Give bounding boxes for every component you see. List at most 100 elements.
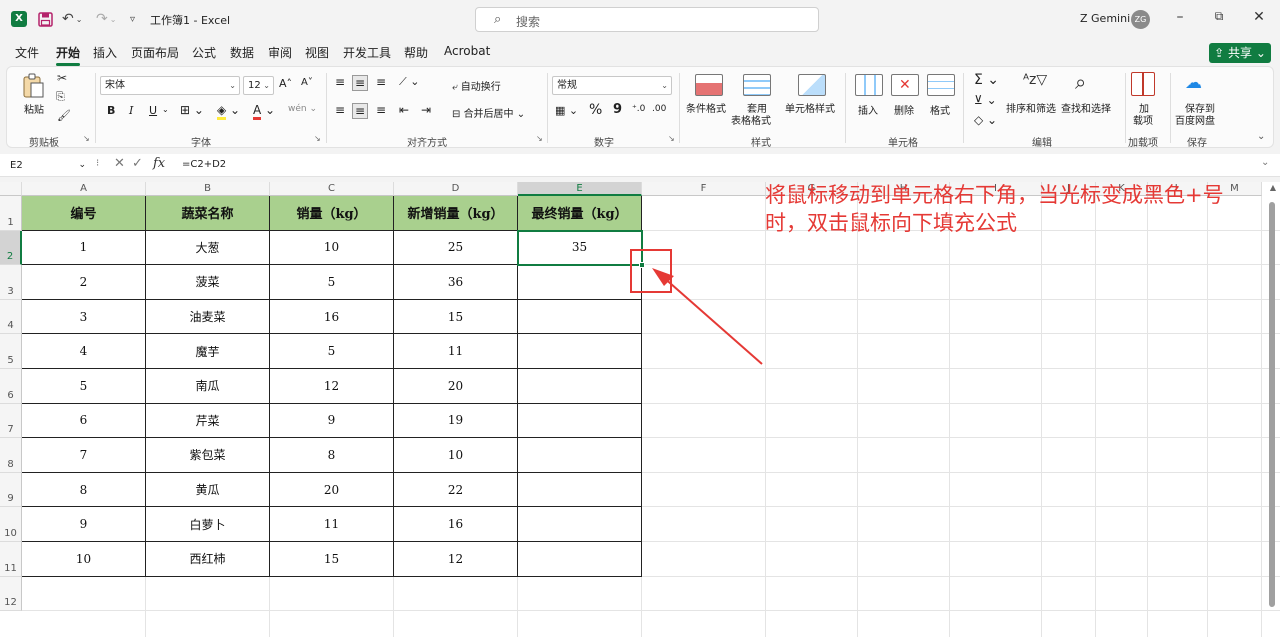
worksheet[interactable]: A B C D E F G H I J K L M 1 2 3 4 5 6 7 8 9 10 11 12 编号 蔬菜名称 销量（kg）… xyxy=(0,182,1280,637)
table-cell[interactable]: 5 xyxy=(22,369,146,404)
table-cell[interactable]: 芹菜 xyxy=(146,403,270,439)
percent-button[interactable]: % xyxy=(589,102,602,118)
table-cell[interactable] xyxy=(518,438,642,473)
table-cell[interactable]: 12 xyxy=(270,369,394,404)
table-cell[interactable]: 菠菜 xyxy=(146,265,270,300)
name-box[interactable]: E2 ⌄ xyxy=(6,155,90,176)
increase-font-icon[interactable]: A˄ xyxy=(279,77,292,90)
table-cell[interactable]: 36 xyxy=(394,265,518,300)
column-header-F[interactable]: F xyxy=(642,182,766,196)
table-cell[interactable] xyxy=(518,265,642,300)
undo-icon[interactable]: ↶ ⌄ xyxy=(62,9,82,29)
orientation-icon[interactable]: ⟋ ⌄ xyxy=(399,75,419,89)
fill-icon[interactable]: ⊻ ⌄ xyxy=(974,93,997,107)
column-header-A[interactable]: A xyxy=(22,182,146,196)
vertical-scrollbar[interactable] xyxy=(1268,196,1276,611)
comma-button[interactable]: 9 xyxy=(613,102,622,117)
table-cell[interactable]: 22 xyxy=(394,472,518,508)
center-align-icon[interactable]: ≡ xyxy=(352,103,369,119)
tab-data[interactable]: 数据 xyxy=(230,44,254,61)
save-to-baidu-label-2[interactable]: 百度网盘 xyxy=(1175,112,1215,127)
find-select-button[interactable]: 查找和选择 xyxy=(1061,100,1111,115)
table-cell[interactable]: 油麦菜 xyxy=(146,299,270,335)
merge-center-button[interactable]: ⊟ 合并后居中 ⌄ xyxy=(452,105,525,120)
font-name-select[interactable]: 宋体 ⌄ xyxy=(100,76,240,95)
tab-insert[interactable]: 插入 xyxy=(93,44,117,61)
scroll-up-icon[interactable]: ▲ xyxy=(1270,183,1276,192)
share-button[interactable]: ⇪ 共享 ⌄ xyxy=(1209,43,1271,63)
table-cell[interactable]: 10 xyxy=(22,542,146,577)
header-cell[interactable]: 新增销量（kg） xyxy=(394,196,518,231)
autosum-icon[interactable]: Σ ⌄ xyxy=(974,72,999,88)
tab-help[interactable]: 帮助 xyxy=(404,44,428,61)
table-cell[interactable]: 西红柿 xyxy=(146,542,270,577)
top-align-icon[interactable]: ≡ xyxy=(335,75,345,89)
header-cell[interactable]: 编号 xyxy=(22,196,146,231)
row-header-7[interactable]: 7 xyxy=(0,403,22,439)
header-cell[interactable]: 最终销量（kg） xyxy=(518,196,642,231)
row-header-2[interactable]: 2 xyxy=(0,230,22,266)
sort-filter-button[interactable]: 排序和筛选 xyxy=(1006,100,1056,115)
format-cells-button[interactable]: 格式 xyxy=(930,102,950,117)
table-cell[interactable]: 1 xyxy=(22,230,146,266)
table-cell[interactable]: 15 xyxy=(270,542,394,577)
format-as-table-label-2[interactable]: 表格格式 xyxy=(731,112,771,127)
decrease-decimal-icon[interactable]: .00 xyxy=(652,104,666,114)
column-header-B[interactable]: B xyxy=(146,182,270,196)
table-cell[interactable]: 19 xyxy=(394,403,518,439)
row-header-8[interactable]: 8 xyxy=(0,438,22,473)
copy-icon[interactable]: ⎘ xyxy=(56,90,65,104)
table-cell[interactable]: 20 xyxy=(270,472,394,508)
table-cell[interactable] xyxy=(518,334,642,369)
enter-icon[interactable]: ✓ xyxy=(132,156,143,171)
insert-cells-button[interactable]: 插入 xyxy=(858,102,878,117)
row-header-4[interactable]: 4 xyxy=(0,299,22,335)
tab-review[interactable]: 审阅 xyxy=(268,44,292,61)
formula-input[interactable]: =C2+D2 xyxy=(182,159,226,170)
alignment-launcher-icon[interactable]: ↘ xyxy=(536,134,543,143)
table-cell[interactable]: 11 xyxy=(270,507,394,542)
row-header-12[interactable]: 12 xyxy=(0,576,22,612)
format-painter-icon[interactable]: 🖌 xyxy=(57,109,71,122)
table-cell[interactable]: 16 xyxy=(270,299,394,335)
row-header-11[interactable]: 11 xyxy=(0,542,22,577)
table-cell[interactable]: 黄瓜 xyxy=(146,472,270,508)
table-cell[interactable]: 4 xyxy=(22,334,146,369)
table-cell[interactable] xyxy=(518,542,642,577)
table-cell[interactable]: 大葱 xyxy=(146,230,270,266)
conditional-format-button[interactable]: 条件格式 xyxy=(686,100,726,115)
number-format-select[interactable]: 常规 ⌄ xyxy=(552,76,672,95)
row-header-10[interactable]: 10 xyxy=(0,507,22,542)
close-icon[interactable]: ✕ xyxy=(1249,9,1269,25)
border-icon[interactable]: ⊞ ⌄ xyxy=(180,103,204,117)
clear-icon[interactable]: ◇ ⌄ xyxy=(974,113,997,127)
number-launcher-icon[interactable]: ↘ xyxy=(668,134,675,143)
table-cell[interactable]: 10 xyxy=(394,438,518,473)
table-cell[interactable]: 南瓜 xyxy=(146,369,270,404)
clipboard-launcher-icon[interactable]: ↘ xyxy=(83,134,90,143)
insert-function-button[interactable]: fx xyxy=(153,156,165,171)
increase-decimal-icon[interactable]: ⁺.0 xyxy=(632,104,645,114)
table-cell[interactable]: 6 xyxy=(22,403,146,439)
bold-button[interactable]: B xyxy=(107,104,115,117)
table-cell[interactable]: 10 xyxy=(270,230,394,266)
table-cell[interactable] xyxy=(518,299,642,335)
underline-button[interactable]: U xyxy=(149,104,157,117)
decrease-indent-icon[interactable]: ⇤ xyxy=(399,103,409,117)
increase-indent-icon[interactable]: ⇥ xyxy=(421,103,431,117)
search-box[interactable]: ⌕ 搜索 xyxy=(475,7,819,32)
header-cell[interactable]: 销量（kg） xyxy=(270,196,394,231)
row-header-1[interactable]: 1 xyxy=(0,196,22,231)
customize-qat-icon[interactable]: ▿ xyxy=(130,9,135,29)
bottom-align-icon[interactable]: ≡ xyxy=(376,75,386,89)
table-cell[interactable] xyxy=(518,369,642,404)
underline-dropdown-icon[interactable]: ⌄ xyxy=(162,105,169,114)
table-cell[interactable]: 7 xyxy=(22,438,146,473)
table-cell[interactable] xyxy=(518,507,642,542)
fill-color-icon[interactable]: ◈ ⌄ xyxy=(217,103,240,120)
font-size-select[interactable]: 12 ⌄ xyxy=(243,76,274,95)
table-cell[interactable]: 紫包菜 xyxy=(146,438,270,473)
cancel-icon[interactable]: ✕ xyxy=(114,156,125,171)
table-cell[interactable]: 12 xyxy=(394,542,518,577)
header-cell[interactable]: 蔬菜名称 xyxy=(146,196,270,231)
